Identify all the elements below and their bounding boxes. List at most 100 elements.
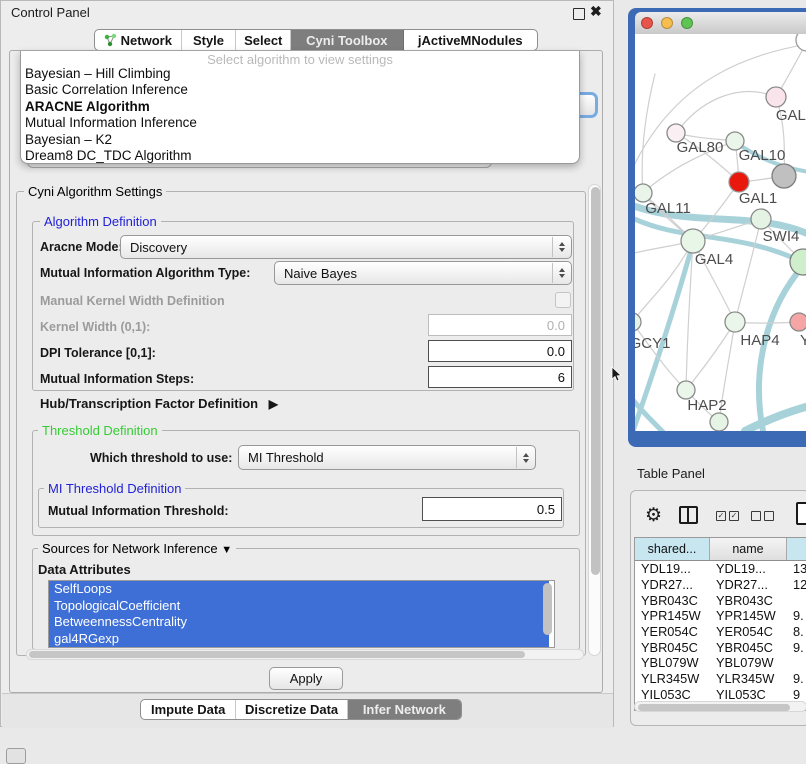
table-row[interactable]: YDL19...YDL19...13 (635, 561, 806, 577)
manual-kernel-checkbox[interactable] (555, 292, 571, 308)
tab-impute-data[interactable]: Impute Data (141, 700, 236, 719)
table-row[interactable]: YBR045CYBR045C9. (635, 639, 806, 655)
table-cell: YER054C (635, 624, 710, 640)
table-row[interactable]: YDR27...YDR27...12 (635, 577, 806, 593)
dpi-tolerance-value: 0.0 (547, 344, 565, 359)
table-cell: YBR043C (635, 592, 710, 608)
node-hap4[interactable] (725, 312, 745, 332)
settings-horizontal-scrollbar[interactable] (26, 649, 584, 660)
table-row[interactable]: YIL053CYIL053C9 (635, 687, 806, 703)
node-gal1b[interactable] (751, 209, 771, 229)
node-gal7[interactable] (766, 87, 786, 107)
tab-jactivemnodules[interactable]: jActiveMNodules (404, 30, 537, 50)
data-attributes-list[interactable]: SelfLoopsTopologicalCoefficientBetweenne… (48, 580, 555, 648)
control-panel-window: Control Panel ✖ NetworkStyleSelect Cyni T… (0, 0, 614, 727)
dpi-tolerance-field[interactable]: 0.0 (428, 340, 572, 362)
node-label-y: Y (800, 332, 806, 349)
network-window-titlebar[interactable] (635, 12, 806, 35)
attribute-item-selected[interactable]: SelfLoops (49, 581, 549, 598)
node-label-gal1: GAL1 (739, 190, 777, 207)
tab-label: Cyni Toolbox (306, 33, 387, 48)
column-layout-icon[interactable] (679, 506, 698, 524)
table-cell: 8. (787, 624, 806, 640)
kernel-width-label: Kernel Width (0,1): (40, 320, 150, 334)
mac-minimize-icon[interactable] (661, 17, 673, 29)
tab-select[interactable]: Select (236, 30, 291, 50)
algorithm-option[interactable]: Mutual Information Inference (21, 115, 579, 131)
document-icon[interactable] (796, 502, 806, 525)
algorithm-dropdown-prompt: Select algorithm to view settings (21, 51, 579, 66)
network-edge (745, 406, 806, 431)
node-gray[interactable] (772, 164, 796, 188)
checked-box-icon[interactable]: ✓ (716, 511, 726, 521)
float-window-icon[interactable] (573, 8, 585, 20)
column-header[interactable]: name (710, 538, 787, 560)
node-top-corner[interactable] (796, 34, 806, 51)
mi-threshold-field[interactable]: 0.5 (422, 497, 562, 521)
table-row[interactable]: YBL079WYBL079W (635, 655, 806, 671)
node-table[interactable]: shared...nameYDL19...YDL19...13YDR27...Y… (634, 537, 806, 711)
algorithm-dropdown-popup: Select algorithm to view settings Bayesi… (20, 51, 580, 164)
algorithm-option[interactable]: ARACNE Algorithm (21, 99, 579, 115)
algorithm-option[interactable]: Bayesian – Hill Climbing (21, 66, 579, 82)
tab-cyni-toolbox[interactable]: Cyni Toolbox (291, 30, 403, 50)
mac-zoom-icon[interactable] (681, 17, 693, 29)
tab-network[interactable]: Network (95, 30, 182, 50)
data-attributes-label: Data Attributes (38, 562, 131, 577)
network-view-window[interactable]: GAL7GAL80GAL10GAL1GAL11SWI4GAL4GCY1HAP4Y… (628, 8, 806, 447)
checked-box-icon[interactable]: ✓ (729, 511, 739, 521)
table-panel-title: Table Panel (637, 466, 705, 481)
tab-infer-network[interactable]: Infer Network (348, 700, 461, 719)
aracne-mode-combobox[interactable]: Discovery (120, 235, 572, 259)
unchecked-box-icon[interactable] (751, 511, 761, 521)
table-row[interactable]: YLR345WYLR345W9. (635, 671, 806, 687)
network-canvas[interactable]: GAL7GAL80GAL10GAL1GAL11SWI4GAL4GCY1HAP4Y… (635, 34, 806, 431)
sources-legend-label: Sources for Network Inference (42, 541, 218, 556)
which-threshold-value: MI Threshold (248, 450, 324, 465)
mi-type-value: Naive Bayes (284, 266, 357, 281)
node-salmon[interactable] (790, 313, 806, 331)
table-row[interactable]: YPR145WYPR145W9. (635, 608, 806, 624)
node-swi4[interactable] (790, 249, 806, 275)
unchecked-box-icon[interactable] (764, 511, 774, 521)
mi-steps-field[interactable]: 6 (428, 366, 572, 388)
apply-button[interactable]: Apply (269, 667, 343, 690)
tab-style[interactable]: Style (182, 30, 237, 50)
which-threshold-combobox[interactable]: MI Threshold (238, 445, 536, 470)
node-bottom[interactable] (710, 413, 728, 431)
node-gal4[interactable] (681, 229, 705, 253)
attribute-item-selected[interactable]: gal4RGexp (49, 631, 549, 648)
table-cell: YDR27... (710, 577, 787, 593)
attribute-item-selected[interactable]: TopologicalCoefficient (49, 598, 549, 615)
sources-legend[interactable]: Sources for Network Inference ▼ (38, 541, 236, 556)
table-cell: 9. (787, 671, 806, 687)
manual-kernel-label: Manual Kernel Width Definition (40, 294, 225, 308)
algorithm-option[interactable]: Dream8 DC_TDC Algorithm (21, 148, 579, 164)
settings-vertical-scrollbar[interactable] (588, 184, 601, 656)
mi-threshold-label: Mutual Information Threshold: (48, 504, 229, 518)
mac-close-icon[interactable] (641, 17, 653, 29)
column-header[interactable] (787, 538, 806, 560)
algorithm-option[interactable]: Bayesian – K2 (21, 132, 579, 148)
table-horizontal-scrollbar[interactable] (634, 701, 806, 712)
algorithm-option[interactable]: Basic Correlation Inference (21, 82, 579, 98)
attribute-item-selected[interactable]: BetweennessCentrality (49, 614, 549, 631)
kernel-width-field[interactable]: 0.0 (428, 314, 572, 336)
mi-type-label: Mutual Information Algorithm Type: (40, 266, 250, 280)
table-row[interactable]: YER054CYER054C8. (635, 624, 806, 640)
node-gal1-red[interactable] (729, 172, 749, 192)
gear-icon[interactable]: ⚙ (645, 504, 662, 527)
hub-section-toggle[interactable]: Hub/Transcription Factor Definition ▶ (40, 396, 278, 411)
tab-discretize-data[interactable]: Discretize Data (236, 700, 347, 719)
mi-type-combobox[interactable]: Naive Bayes (274, 261, 572, 285)
which-threshold-label: Which threshold to use: (90, 451, 232, 465)
table-cell: YBL079W (635, 655, 710, 671)
list-scrollbar[interactable] (543, 583, 552, 635)
control-panel-title: Control Panel (11, 5, 90, 20)
network-edge (735, 219, 761, 322)
node-gcy1[interactable] (635, 313, 641, 331)
column-header[interactable]: shared... (635, 538, 710, 560)
close-icon[interactable]: ✖ (590, 3, 602, 20)
table-row[interactable]: YBR043CYBR043C (635, 592, 806, 608)
table-cell: YLR345W (635, 671, 710, 687)
